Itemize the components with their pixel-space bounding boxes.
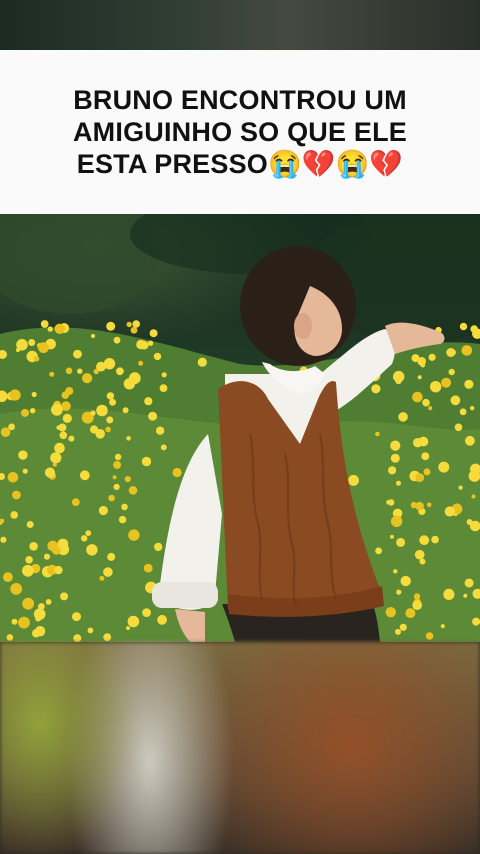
caption-line-1: BRUNO ENCONTROU UM [73,85,407,115]
video-scene [0,214,480,642]
video-frame[interactable] [0,214,480,642]
caption-card: BRUNO ENCONTROU UM AMIGUINHO SO QUE ELE … [0,50,480,214]
caption-text: BRUNO ENCONTROU UM AMIGUINHO SO QUE ELE … [20,84,460,180]
caption-line-2: AMIGUINHO SO QUE ELE [72,117,408,147]
bottom-blurred-strip [0,642,480,854]
top-blurred-strip [0,0,480,50]
caption-line-3: ESTA PRESSO😭💔😭💔 [76,149,404,179]
